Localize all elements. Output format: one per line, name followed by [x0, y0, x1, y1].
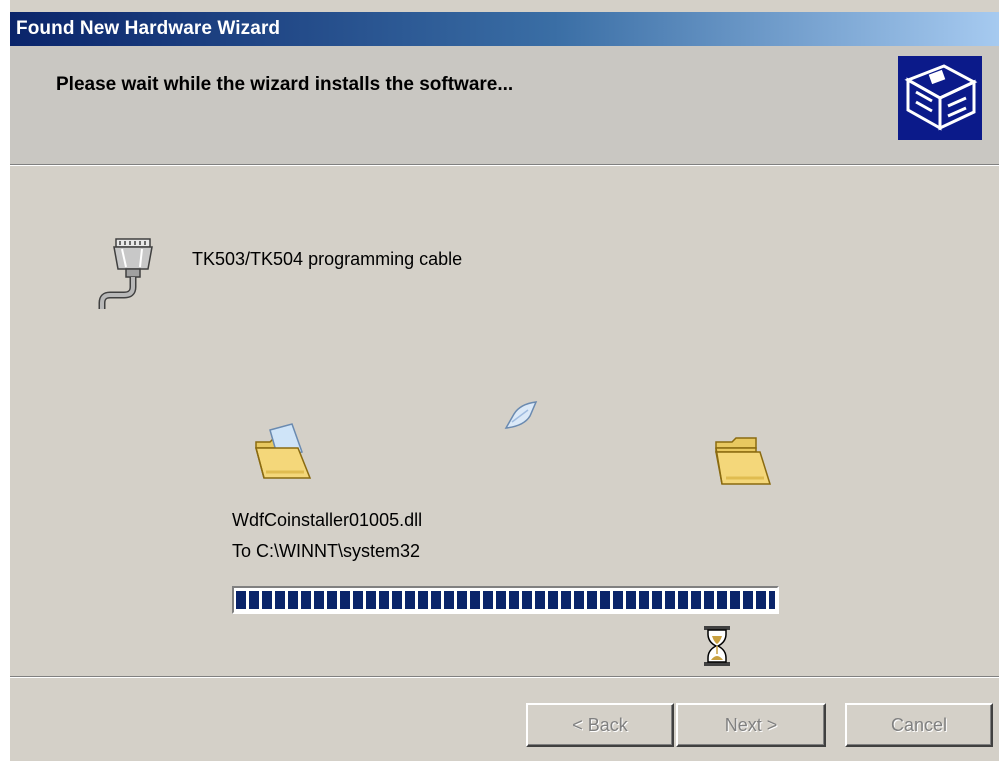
title-bar[interactable]: Found New Hardware Wizard [10, 12, 999, 46]
page-title: Please wait while the wizard installs th… [56, 74, 514, 95]
flying-document-icon [500, 398, 540, 434]
header-separator [10, 164, 999, 166]
header-background [10, 46, 999, 164]
window-title: Found New Hardware Wizard [16, 18, 281, 39]
device-name: TK503/TK504 programming cable [192, 249, 463, 269]
button-separator [10, 676, 999, 678]
serial-cable-icon [96, 235, 160, 311]
back-button[interactable]: < Back [526, 703, 674, 747]
cancel-button[interactable]: Cancel [845, 703, 993, 747]
copying-file-name: WdfCoinstaller01005.dll [232, 510, 423, 530]
open-folder-icon [250, 422, 314, 486]
folder-icon [710, 434, 772, 488]
hardware-wizard-icon [898, 56, 982, 140]
next-button[interactable]: Next > [676, 703, 826, 747]
wizard-window: Found New Hardware Wizard Please wait wh… [0, 0, 999, 769]
wizard-header: Please wait while the wizard installs th… [10, 46, 999, 164]
progress-bar-fill [236, 591, 775, 609]
destination-path: To C:\WINNT\system32 [232, 541, 421, 561]
hourglass-icon [702, 624, 732, 668]
progress-bar [232, 586, 779, 614]
